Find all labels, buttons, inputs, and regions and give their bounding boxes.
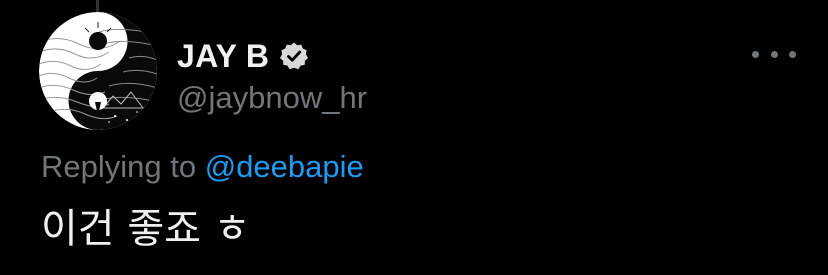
- author-name-row[interactable]: JAY B: [177, 37, 309, 75]
- author-display-name[interactable]: JAY B: [177, 37, 269, 75]
- reply-target-link[interactable]: @deebapie: [205, 149, 364, 184]
- replying-to-label: Replying to: [41, 149, 197, 184]
- author-handle[interactable]: @jaybnow_hr: [177, 79, 367, 117]
- tweet-text: 이건 좋죠 ㅎ: [41, 206, 251, 252]
- avatar[interactable]: [39, 12, 157, 130]
- more-dot: [789, 50, 796, 58]
- verified-badge-icon: [279, 41, 309, 71]
- more-dot: [752, 50, 759, 58]
- yin-yang-art-icon: [39, 12, 157, 130]
- more-options-icon[interactable]: [752, 44, 796, 64]
- more-dot: [770, 50, 778, 58]
- thread-connector-line: [96, 0, 99, 12]
- replying-to-line: Replying to @deebapie: [41, 148, 364, 186]
